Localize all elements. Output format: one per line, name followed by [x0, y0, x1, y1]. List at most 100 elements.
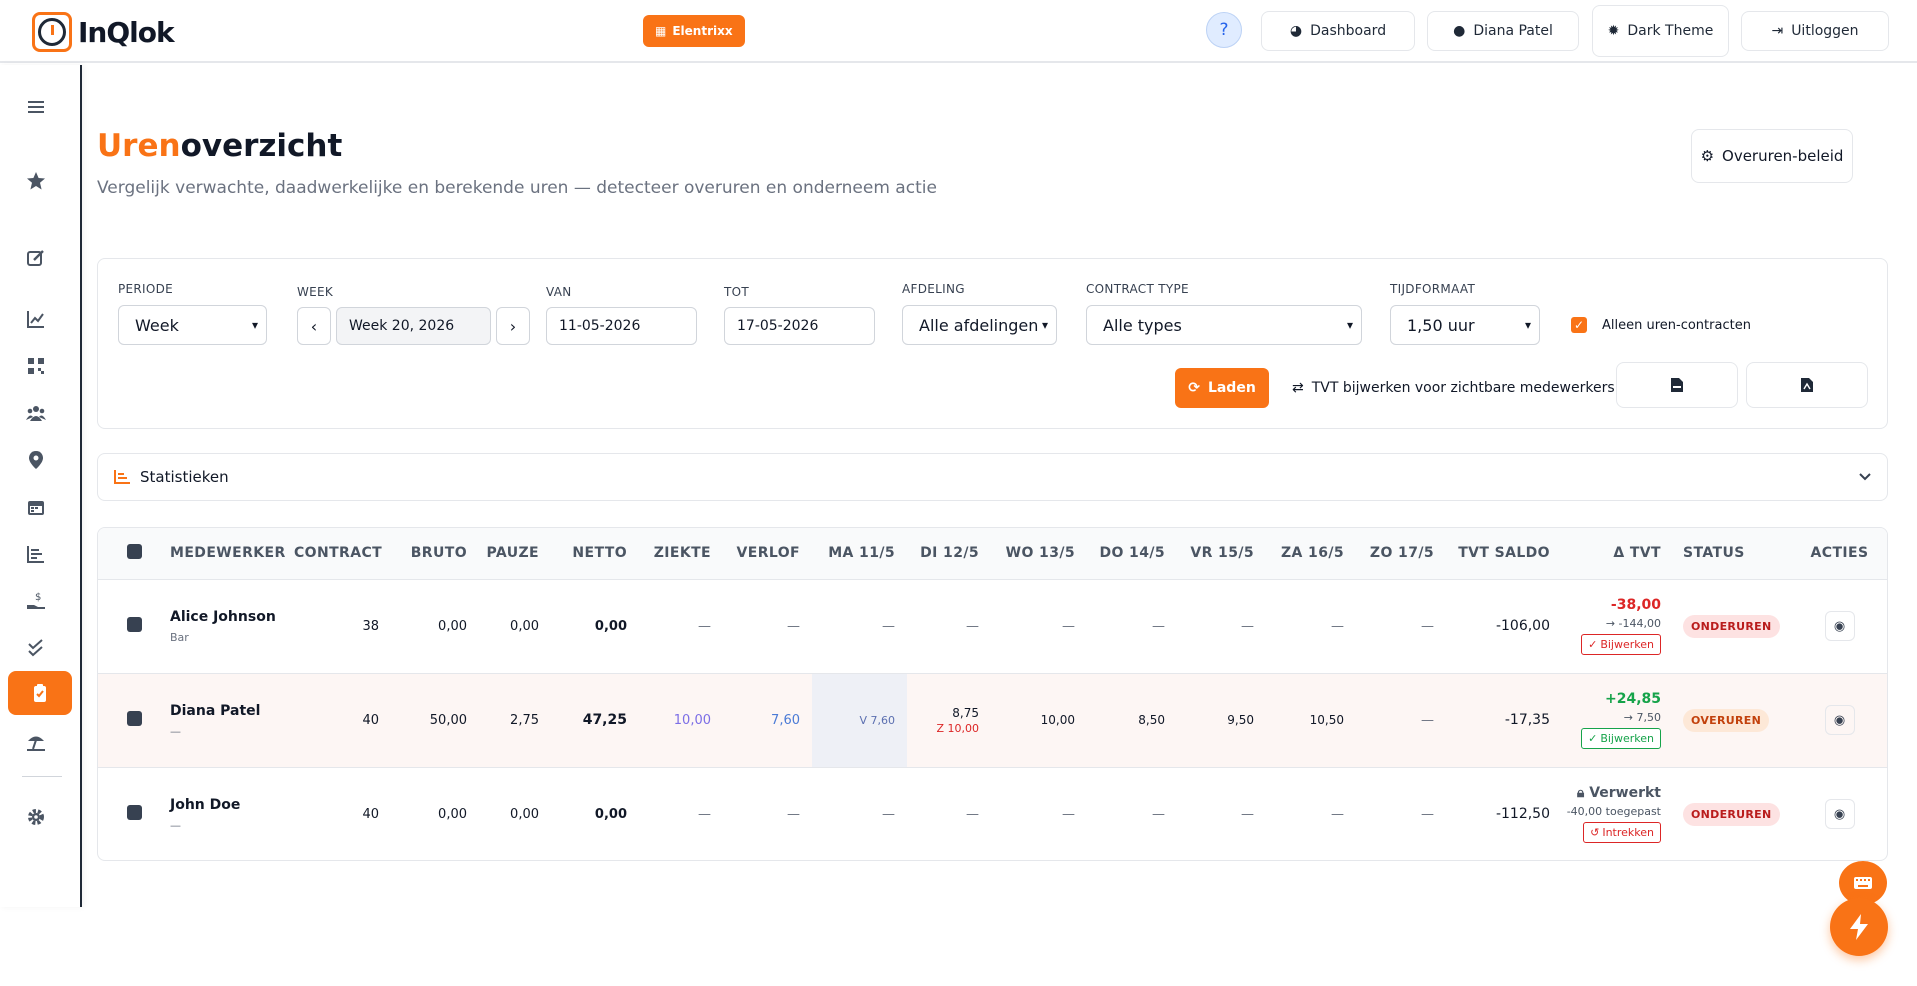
- keyboard-icon: [1854, 877, 1872, 889]
- col-netto[interactable]: NETTO: [551, 528, 639, 580]
- col-medewerker[interactable]: MEDEWERKER: [170, 528, 294, 580]
- bar-chart-icon[interactable]: [22, 540, 50, 568]
- department-select[interactable]: Alle afdelingen ▾: [902, 305, 1057, 345]
- employee-name[interactable]: Diana Patel: [170, 703, 282, 719]
- sidebar-divider: [22, 776, 62, 777]
- table-row: John Doe — 40 0,00 0,00 0,00 — — — — — — …: [98, 767, 1887, 860]
- clipboard-check-icon[interactable]: [8, 671, 72, 715]
- load-button[interactable]: ⟳ Laden: [1175, 368, 1269, 408]
- day-cell-vr: 9,50: [1227, 713, 1254, 727]
- col-zo[interactable]: ZO 17/5: [1356, 528, 1446, 580]
- view-button[interactable]: ◉: [1824, 611, 1855, 641]
- row-checkbox[interactable]: [126, 616, 142, 632]
- filter-panel: PERIODE Week ▾ WEEK ‹ Week 20, 2026 › VAN…: [97, 258, 1888, 429]
- only-hours-checkbox[interactable]: ✓: [1571, 317, 1587, 333]
- eye-icon: ◉: [1833, 806, 1846, 822]
- menu-icon[interactable]: [22, 93, 50, 121]
- row-checkbox[interactable]: [126, 710, 142, 726]
- user-button[interactable]: ● Diana Patel: [1427, 11, 1579, 51]
- hand-money-icon[interactable]: $: [22, 587, 50, 615]
- day-cell-ma: —: [882, 806, 895, 822]
- table-row: Alice Johnson Bar 38 0,00 0,00 0,00 — — —…: [98, 579, 1887, 673]
- view-button[interactable]: ◉: [1824, 799, 1855, 829]
- hours-table: MEDEWERKER CONTRACT BRUTO PAUZE NETTO ZI…: [97, 527, 1888, 861]
- view-button[interactable]: ◉: [1824, 705, 1855, 735]
- export-csv-button[interactable]: [1616, 362, 1738, 408]
- contract-type-select[interactable]: Alle types ▾: [1086, 305, 1362, 345]
- employee-name[interactable]: Alice Johnson: [170, 609, 282, 625]
- help-button[interactable]: ?: [1206, 12, 1242, 48]
- svg-text:$: $: [35, 592, 41, 603]
- week-input[interactable]: Week 20, 2026: [336, 307, 491, 345]
- date-to-input[interactable]: 17-05-2026: [724, 307, 875, 345]
- statistics-label: Statistieken: [140, 468, 229, 486]
- gear-icon[interactable]: [22, 803, 50, 831]
- col-tvt-saldo[interactable]: TVT SALDO: [1446, 528, 1562, 580]
- col-verlof[interactable]: VERLOF: [723, 528, 812, 580]
- col-vr[interactable]: VR 15/5: [1177, 528, 1266, 580]
- statistics-toggle[interactable]: Statistieken: [97, 453, 1888, 501]
- edit-icon[interactable]: [22, 244, 50, 272]
- col-wo[interactable]: WO 13/5: [991, 528, 1087, 580]
- logout-button[interactable]: ⇥ Uitloggen: [1741, 11, 1889, 51]
- select-all-checkbox[interactable]: [126, 543, 142, 559]
- tvt-update-button[interactable]: ⇄ TVT bijwerken voor zichtbare medewerke…: [1292, 368, 1615, 408]
- chevron-down-icon: ▾: [1524, 318, 1531, 332]
- chevron-down-icon: ▾: [251, 318, 258, 332]
- double-check-icon[interactable]: [22, 634, 50, 662]
- week-label: WEEK: [297, 285, 334, 299]
- col-contract[interactable]: CONTRACT: [294, 528, 391, 580]
- page-subtitle: Vergelijk verwachte, daadwerkelijke en b…: [97, 178, 937, 198]
- chevron-down-icon: ▾: [1346, 318, 1353, 332]
- col-acties: ACTIES: [1790, 528, 1887, 580]
- day-cell-vr: —: [1241, 806, 1254, 822]
- verlof-cell: —: [787, 618, 800, 634]
- page-title: Urenoverzicht: [97, 128, 343, 164]
- date-from-input[interactable]: 11-05-2026: [546, 307, 697, 345]
- col-di[interactable]: DI 12/5: [907, 528, 991, 580]
- periode-select[interactable]: Week ▾: [118, 305, 267, 345]
- dashboard-button[interactable]: ◕ Dashboard: [1261, 11, 1415, 51]
- check-icon: ✓: [1588, 638, 1598, 651]
- tvt-saldo-cell: -112,50: [1495, 806, 1550, 822]
- contract-cell: 40: [362, 806, 379, 822]
- location-pin-icon[interactable]: [22, 446, 50, 474]
- update-tvt-button[interactable]: ✓ Bijwerken: [1581, 728, 1661, 749]
- time-format-select[interactable]: 1,50 uur ▾: [1390, 305, 1540, 345]
- row-checkbox[interactable]: [126, 804, 142, 820]
- users-icon[interactable]: [22, 399, 50, 427]
- overtime-policy-button[interactable]: ⚙ Overuren-beleid: [1691, 129, 1853, 183]
- policy-label: Overuren-beleid: [1722, 147, 1844, 165]
- prev-week-button[interactable]: ‹: [297, 307, 331, 345]
- employee-name[interactable]: John Doe: [170, 797, 282, 813]
- building-icon: ▦: [655, 24, 667, 38]
- company-badge[interactable]: ▦ Elentrixx: [643, 15, 745, 47]
- update-tvt-button[interactable]: ✓ Bijwerken: [1581, 634, 1661, 655]
- umbrella-beach-icon[interactable]: [22, 728, 50, 756]
- bolt-icon: [1850, 914, 1868, 940]
- qr-code-icon[interactable]: [22, 352, 50, 380]
- delta-tvt-value: -38,00: [1610, 597, 1661, 613]
- col-status[interactable]: STATUS: [1673, 528, 1790, 580]
- contract-cell: 40: [362, 712, 379, 728]
- col-delta-tvt[interactable]: Δ TVT: [1562, 528, 1673, 580]
- star-icon[interactable]: [22, 167, 50, 195]
- day-cell-di: —: [966, 618, 979, 634]
- col-ziekte[interactable]: ZIEKTE: [639, 528, 723, 580]
- logo[interactable]: InQlok: [32, 12, 175, 52]
- day-cell-wo: 10,00: [1040, 713, 1075, 727]
- col-pauze[interactable]: PAUZE: [479, 528, 551, 580]
- dark-theme-button[interactable]: ✹ Dark Theme: [1592, 5, 1729, 57]
- day-cell-za: —: [1331, 618, 1344, 634]
- calendar-icon[interactable]: [22, 493, 50, 521]
- quick-action-button[interactable]: [1830, 898, 1888, 956]
- col-do[interactable]: DO 14/5: [1087, 528, 1177, 580]
- revoke-button[interactable]: ↺ Intrekken: [1583, 822, 1661, 843]
- next-week-button[interactable]: ›: [496, 307, 530, 345]
- tijdformaat-label: TIJDFORMAAT: [1390, 282, 1476, 296]
- export-pdf-button[interactable]: [1746, 362, 1868, 408]
- col-bruto[interactable]: BRUTO: [391, 528, 479, 580]
- col-za[interactable]: ZA 16/5: [1266, 528, 1356, 580]
- col-ma[interactable]: MA 11/5: [812, 528, 907, 580]
- chart-line-icon[interactable]: [22, 305, 50, 333]
